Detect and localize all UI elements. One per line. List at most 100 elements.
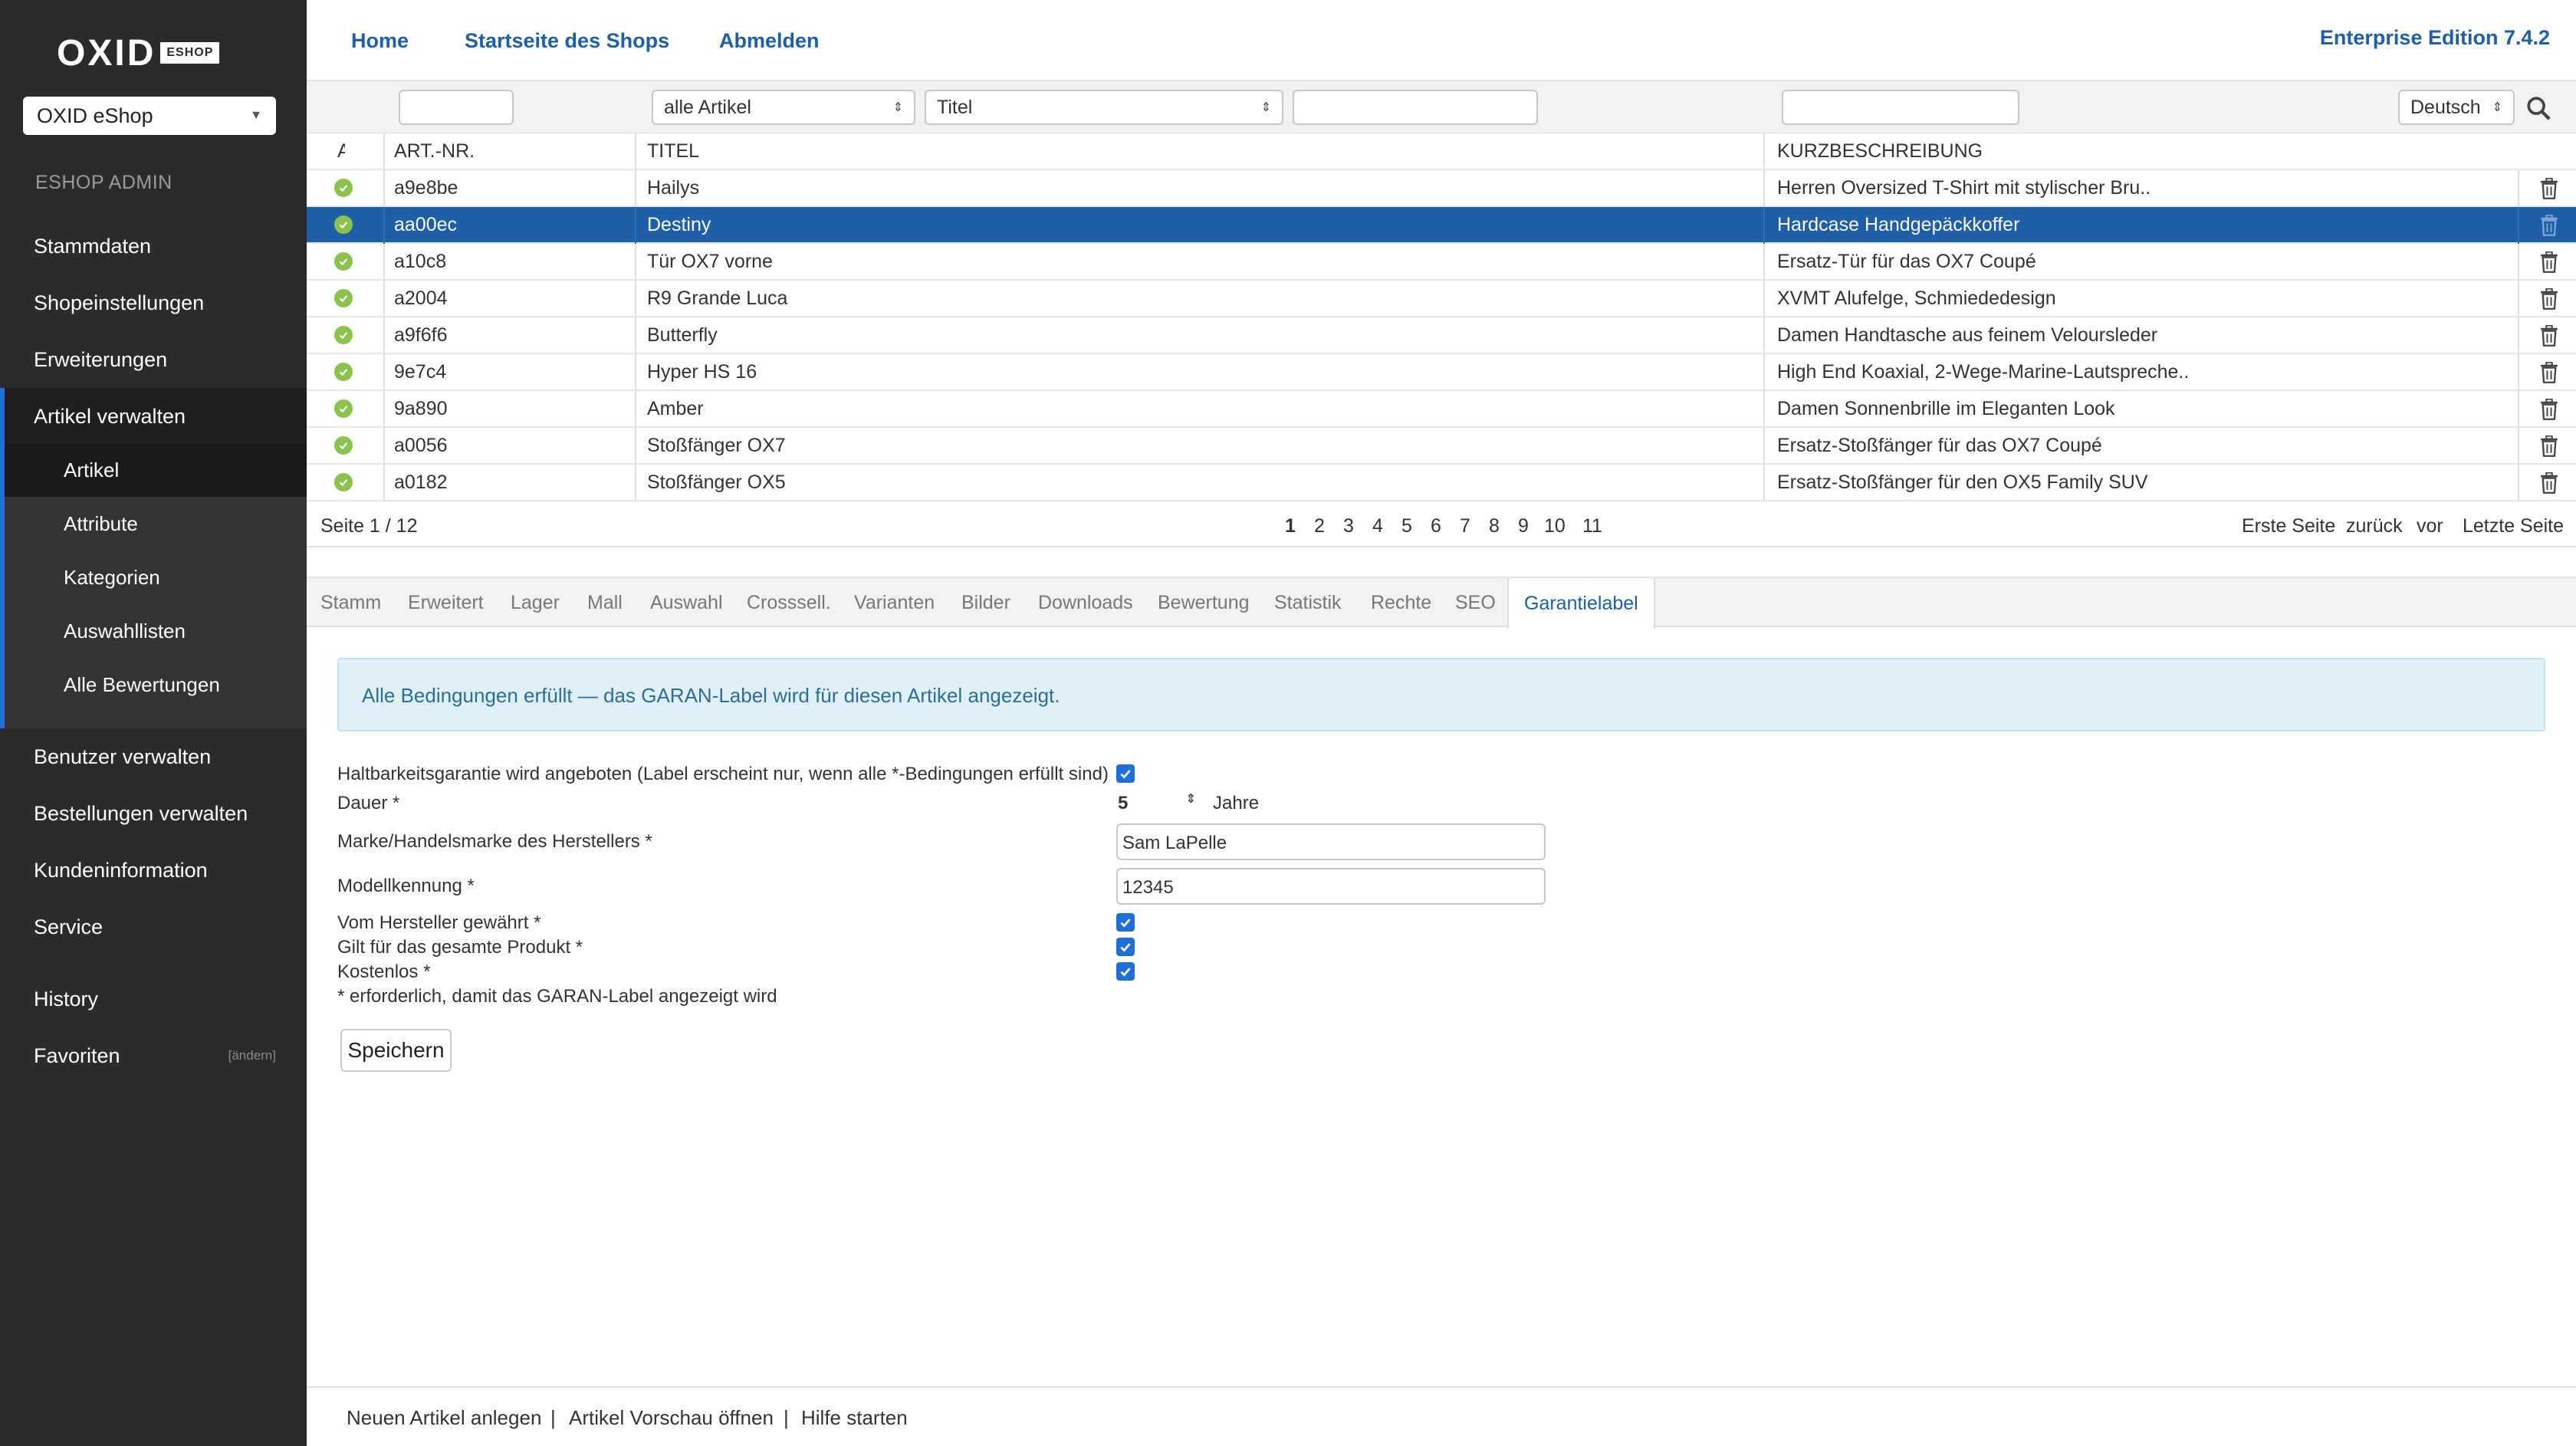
tab-mall[interactable]: Mall (587, 578, 623, 627)
page-number-link[interactable]: 10 (1544, 515, 1566, 537)
trash-icon[interactable] (2539, 251, 2559, 273)
table-row[interactable]: a9e8be Hailys Herren Oversized T-Shirt mit… (307, 170, 2576, 207)
article-type-select[interactable]: alle Artikel ⇕ (652, 90, 915, 125)
home-link[interactable]: Home (351, 29, 409, 53)
tab-varianten[interactable]: Varianten (854, 578, 935, 627)
short-desc-cell[interactable]: Damen Sonnenbrille im Eleganten Look (1766, 391, 2576, 426)
brand-input[interactable]: Sam LaPelle (1116, 823, 1546, 860)
duration-input[interactable]: 5 ⇕ (1115, 787, 1202, 817)
title-cell[interactable]: Hyper HS 16 (636, 354, 1763, 389)
subnav-auswahllisten[interactable]: Auswahllisten (5, 604, 307, 658)
table-row[interactable]: a0182 Stoßfänger OX5 Ersatz-Stoßfänger für… (307, 465, 2576, 501)
language-select[interactable]: Deutsch ⇕ (2398, 90, 2515, 125)
artnum-cell[interactable]: a2004 (383, 281, 636, 316)
table-row[interactable]: a10c8 Tür OX7 vorne Ersatz-Tür für das OX7… (307, 244, 2576, 281)
nav-stammdaten[interactable]: Stammdaten (0, 218, 307, 274)
tab-crosssell[interactable]: Crosssell. (747, 578, 831, 627)
page-number-link[interactable]: 7 (1460, 515, 1470, 537)
tab-lager[interactable]: Lager (511, 578, 560, 627)
title-cell[interactable]: Butterfly (636, 317, 1763, 353)
nav-erweiterungen[interactable]: Erweiterungen (0, 331, 307, 388)
artnum-cell[interactable]: a0056 (383, 428, 636, 463)
title-cell[interactable]: R9 Grande Luca (636, 281, 1763, 316)
tab-erweitert[interactable]: Erweitert (408, 578, 484, 627)
nav-benutzer-verwalten[interactable]: Benutzer verwalten (0, 728, 307, 785)
trash-icon[interactable] (2539, 435, 2559, 457)
search-icon[interactable] (2525, 95, 2551, 121)
short-desc-cell[interactable]: High End Koaxial, 2-Wege-Marine-Lautspre… (1766, 354, 2576, 389)
subnav-attribute[interactable]: Attribute (5, 497, 307, 550)
artnum-filter-input[interactable] (399, 90, 514, 125)
artnum-cell[interactable]: a9e8be (383, 170, 636, 205)
shop-start-link[interactable]: Startseite des Shops (465, 29, 669, 53)
page-number-link[interactable]: 8 (1489, 515, 1500, 537)
title-cell[interactable]: Stoßfänger OX7 (636, 428, 1763, 463)
manufacturer-granted-checkbox[interactable] (1116, 913, 1135, 932)
title-cell[interactable]: Hailys (636, 170, 1763, 205)
stepper-arrows-icon[interactable]: ⇕ (1186, 791, 1196, 807)
short-desc-cell[interactable]: XVMT Alufelge, Schmiededesign (1766, 281, 2576, 316)
subnav-artikel[interactable]: Artikel (5, 443, 307, 497)
nav-history[interactable]: History (0, 971, 307, 1027)
favorites-edit-link[interactable]: [ändern] (228, 1048, 276, 1063)
header-artnum[interactable]: ART.-NR. (383, 133, 636, 169)
short-desc-cell[interactable]: Ersatz-Tür für das OX7 Coupé (1766, 244, 2576, 279)
trash-icon[interactable] (2539, 472, 2559, 494)
tab-seo[interactable]: SEO (1455, 578, 1496, 627)
title-cell[interactable]: Stoßfänger OX5 (636, 465, 1763, 500)
title-cell[interactable]: Tür OX7 vorne (636, 244, 1763, 279)
nav-service[interactable]: Service (0, 899, 307, 955)
short-desc-cell[interactable]: Ersatz-Stoßfänger für den OX5 Family SUV (1766, 465, 2576, 500)
guarantee-offered-checkbox[interactable] (1116, 764, 1135, 783)
page-number-link[interactable]: 2 (1314, 515, 1325, 537)
previous-page-link[interactable]: zurück (2346, 515, 2403, 537)
table-row[interactable]: a9f6f6 Butterfly Damen Handtasche aus fein… (307, 317, 2576, 354)
trash-icon[interactable] (2539, 362, 2559, 383)
article-preview-link[interactable]: Artikel Vorschau öffnen (569, 1406, 774, 1430)
page-number-link[interactable]: 11 (1582, 515, 1602, 537)
tab-auswahl[interactable]: Auswahl (650, 578, 723, 627)
next-page-link[interactable]: vor (2417, 515, 2443, 537)
artnum-cell[interactable]: 9a890 (383, 391, 636, 426)
artnum-cell[interactable]: a10c8 (383, 244, 636, 279)
first-page-link[interactable]: Erste Seite (2242, 515, 2335, 537)
nav-bestellungen-verwalten[interactable]: Bestellungen verwalten (0, 785, 307, 842)
table-row[interactable]: aa00ec Destiny Hardcase Handgepäckkoffer (307, 207, 2576, 244)
page-number-link[interactable]: 4 (1372, 515, 1383, 537)
help-link[interactable]: Hilfe starten (801, 1406, 908, 1430)
whole-product-checkbox[interactable] (1116, 938, 1135, 956)
model-input[interactable]: 12345 (1116, 868, 1546, 905)
nav-favoriten[interactable]: Favoriten [ändern] (0, 1027, 307, 1084)
trash-icon[interactable] (2539, 325, 2559, 347)
tab-stamm[interactable]: Stamm (320, 578, 381, 627)
page-number-link[interactable]: 5 (1401, 515, 1412, 537)
description-filter-input[interactable] (1782, 90, 2019, 125)
save-button[interactable]: Speichern (340, 1029, 452, 1072)
trash-icon[interactable] (2539, 288, 2559, 310)
tab-bilder[interactable]: Bilder (961, 578, 1010, 627)
new-article-link[interactable]: Neuen Artikel anlegen (347, 1406, 541, 1430)
short-desc-cell[interactable]: Hardcase Handgepäckkoffer (1766, 207, 2576, 242)
trash-icon[interactable] (2539, 399, 2559, 420)
short-desc-cell[interactable]: Ersatz-Stoßfänger für das OX7 Coupé (1766, 428, 2576, 463)
shop-select[interactable]: OXID eShop ▼ (23, 97, 276, 135)
tab-downloads[interactable]: Downloads (1038, 578, 1133, 627)
nav-kundeninformation[interactable]: Kundeninformation (0, 842, 307, 899)
short-desc-cell[interactable]: Herren Oversized T-Shirt mit stylischer … (1766, 170, 2576, 205)
trash-icon[interactable] (2539, 215, 2559, 236)
tab-statistik[interactable]: Statistik (1274, 578, 1342, 627)
title-cell[interactable]: Destiny (636, 207, 1763, 242)
title-cell[interactable]: Amber (636, 391, 1763, 426)
short-desc-cell[interactable]: Damen Handtasche aus feinem Veloursleder (1766, 317, 2576, 353)
subnav-kategorien[interactable]: Kategorien (5, 550, 307, 604)
subnav-alle-bewertungen[interactable]: Alle Bewertungen (5, 658, 307, 711)
artnum-cell[interactable]: a0182 (383, 465, 636, 500)
free-of-charge-checkbox[interactable] (1116, 962, 1135, 981)
table-row[interactable]: 9e7c4 Hyper HS 16 High End Koaxial, 2-Wege… (307, 354, 2576, 391)
table-row[interactable]: 9a890 Amber Damen Sonnenbrille im Elegante… (307, 391, 2576, 428)
artnum-cell[interactable]: a9f6f6 (383, 317, 636, 353)
table-row[interactable]: a0056 Stoßfänger OX7 Ersatz-Stoßfänger für… (307, 428, 2576, 465)
tab-garantielabel[interactable]: Garantielabel (1507, 578, 1655, 629)
tab-rechte[interactable]: Rechte (1371, 578, 1431, 627)
artnum-cell[interactable]: 9e7c4 (383, 354, 636, 389)
